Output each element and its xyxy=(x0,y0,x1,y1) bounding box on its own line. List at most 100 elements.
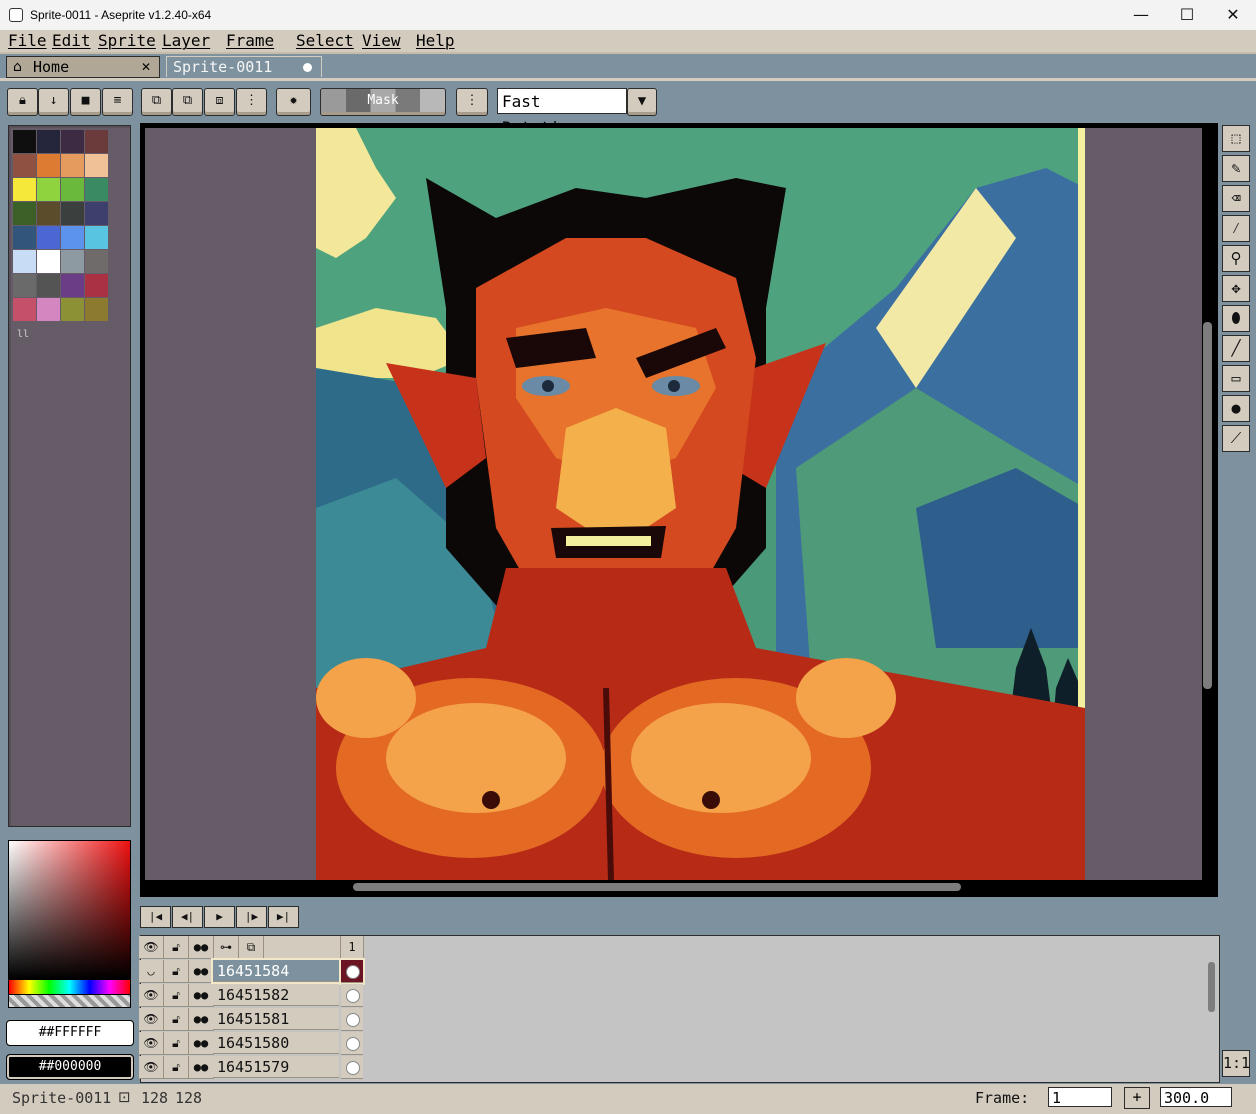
palette-swatch[interactable] xyxy=(37,154,60,177)
continuous-icon[interactable]: ●● xyxy=(189,960,214,983)
palette-swatch[interactable] xyxy=(37,202,60,225)
padlock-icon[interactable]: 🔓︎ xyxy=(164,960,189,983)
palette-swatch[interactable] xyxy=(37,298,60,321)
palette-swatch[interactable] xyxy=(37,250,60,273)
background-color-button[interactable]: ##000000 xyxy=(6,1054,134,1080)
transparent-color-icon[interactable]: ✹ xyxy=(276,88,311,116)
move-tool-icon[interactable]: ✥ xyxy=(1222,275,1250,302)
menu-frame[interactable]: Frame xyxy=(226,31,274,50)
continuous-icon[interactable]: ●● xyxy=(189,1032,214,1055)
palette-swatch[interactable] xyxy=(61,274,84,297)
palette-swatch[interactable] xyxy=(37,178,60,201)
palette-swatch[interactable] xyxy=(85,178,108,201)
menu-edit[interactable]: Edit xyxy=(52,31,91,50)
eye-icon[interactable]: 👁︎ xyxy=(139,1008,164,1031)
frame-header[interactable]: 1 xyxy=(341,936,364,959)
palette-swatch[interactable] xyxy=(13,202,36,225)
palette-swatch[interactable] xyxy=(61,298,84,321)
padlock-icon[interactable]: 🔓︎ xyxy=(164,1056,189,1079)
palette-swatch[interactable] xyxy=(13,178,36,201)
pencil-tool-icon[interactable]: ✎ xyxy=(1222,155,1250,182)
layer-row[interactable]: ◡ 🔓︎ ●● 16451584 xyxy=(139,958,365,985)
mask-color-button[interactable]: Mask xyxy=(320,88,446,116)
layer-name[interactable]: 16451580 xyxy=(213,1032,339,1054)
previous-frame-icon[interactable]: ◀| xyxy=(172,906,203,928)
continuous-icon[interactable]: ●● xyxy=(189,1008,214,1031)
down-arrow-icon[interactable]: ↓ xyxy=(38,88,69,116)
padlock-icon[interactable]: 🔓︎ xyxy=(164,936,189,959)
horizontal-scrollbar[interactable] xyxy=(353,883,961,891)
selection-add-icon[interactable]: ⧉ xyxy=(172,88,203,116)
cel[interactable] xyxy=(341,1056,363,1079)
palette-swatch[interactable] xyxy=(37,226,60,249)
eye-icon[interactable]: 👁︎ xyxy=(139,984,164,1007)
sprite-image[interactable] xyxy=(316,128,1085,880)
alpha-slider[interactable] xyxy=(8,994,131,1008)
continuous-icon[interactable]: ●● xyxy=(189,936,214,959)
layer-name[interactable]: 16451581 xyxy=(213,1008,339,1030)
palette-swatch[interactable] xyxy=(85,274,108,297)
selection-replace-icon[interactable]: ⧉ xyxy=(141,88,172,116)
padlock-icon[interactable]: 🔓︎ xyxy=(164,984,189,1007)
next-frame-icon[interactable]: |▶ xyxy=(236,906,267,928)
foreground-color-button[interactable]: ##FFFFFF xyxy=(6,1020,134,1046)
eye-icon[interactable]: 👁︎ xyxy=(139,1056,164,1079)
first-frame-icon[interactable]: |◀ xyxy=(140,906,171,928)
eye-icon[interactable]: 👁︎ xyxy=(139,936,164,959)
selection-subtract-icon[interactable]: ⧈ xyxy=(204,88,235,116)
palette-swatch[interactable] xyxy=(61,154,84,177)
layer-row[interactable]: 👁︎ 🔓︎ ●● 16451581 xyxy=(139,1008,365,1031)
palette-swatch[interactable] xyxy=(61,202,84,225)
layer-row[interactable]: 👁︎ 🔓︎ ●● 16451582 xyxy=(139,984,365,1007)
close-icon[interactable]: ✕ xyxy=(141,57,151,77)
last-frame-icon[interactable]: ▶| xyxy=(268,906,299,928)
palette-swatch[interactable] xyxy=(13,274,36,297)
palette-swatch[interactable] xyxy=(61,226,84,249)
zoom-one-to-one-button[interactable]: 1:1 xyxy=(1222,1050,1250,1077)
group-icon[interactable]: ⊶ xyxy=(214,936,239,959)
eye-icon[interactable]: 👁︎ xyxy=(139,1032,164,1055)
tab-sprite[interactable]: Sprite-0011 xyxy=(166,56,322,77)
hidden-eye-icon[interactable]: ◡ xyxy=(139,960,164,983)
vertical-scrollbar[interactable] xyxy=(1203,322,1212,689)
continuous-icon[interactable]: ●● xyxy=(189,1056,214,1079)
layer-name[interactable]: 16451584 xyxy=(211,958,341,984)
palette-swatch[interactable] xyxy=(37,130,60,153)
rectangle-tool-icon[interactable]: ▭ xyxy=(1222,365,1250,392)
palette-swatch[interactable] xyxy=(13,226,36,249)
menu-help[interactable]: Help xyxy=(416,31,455,50)
square-icon[interactable]: ■ xyxy=(70,88,101,116)
line-tool-icon[interactable]: ╱ xyxy=(1222,335,1250,362)
tab-home[interactable]: ⌂ Home ✕ xyxy=(6,56,160,78)
onion-skin-icon[interactable]: ⧉ xyxy=(239,936,264,959)
palette-swatch[interactable] xyxy=(85,226,108,249)
eraser-tool-icon[interactable]: ⌫ xyxy=(1222,185,1250,212)
layer-name[interactable]: 16451579 xyxy=(213,1056,339,1078)
padlock-icon[interactable]: 🔓︎ xyxy=(164,1008,189,1031)
palette-swatch[interactable] xyxy=(85,202,108,225)
layer-name[interactable]: 16451582 xyxy=(213,984,339,1006)
contour-tool-icon[interactable]: ● xyxy=(1222,395,1250,422)
pivot-icon[interactable]: ⋮ xyxy=(456,88,488,116)
palette-swatch[interactable] xyxy=(61,178,84,201)
menu-select[interactable]: Select xyxy=(296,31,354,50)
hue-slider[interactable] xyxy=(8,979,131,995)
layer-row[interactable]: 👁︎ 🔓︎ ●● 16451580 xyxy=(139,1032,365,1055)
list-icon[interactable]: ≡ xyxy=(102,88,133,116)
menu-layer[interactable]: Layer xyxy=(162,31,210,50)
cel[interactable] xyxy=(341,984,363,1007)
color-spectrum[interactable] xyxy=(8,840,131,980)
palette-swatch[interactable] xyxy=(13,250,36,273)
fill-tool-icon[interactable]: ⬮ xyxy=(1222,305,1250,332)
palette-swatch[interactable] xyxy=(13,154,36,177)
play-icon[interactable]: ▶ xyxy=(204,906,235,928)
rotation-algorithm-field[interactable]: Fast Rotation xyxy=(497,88,627,137)
marquee-tool-icon[interactable]: ⬚ xyxy=(1222,125,1250,152)
menu-sprite[interactable]: Sprite xyxy=(98,31,156,50)
lock-icon[interactable]: 🔒︎ xyxy=(7,88,38,116)
selection-intersect-icon[interactable]: ⋮ xyxy=(236,88,267,116)
eyedropper-tool-icon[interactable]: ⁄ xyxy=(1222,215,1250,242)
continuous-icon[interactable]: ●● xyxy=(189,984,214,1007)
timeline-scrollbar[interactable] xyxy=(1208,962,1215,1012)
blur-tool-icon[interactable]: ⟋ xyxy=(1222,425,1250,452)
